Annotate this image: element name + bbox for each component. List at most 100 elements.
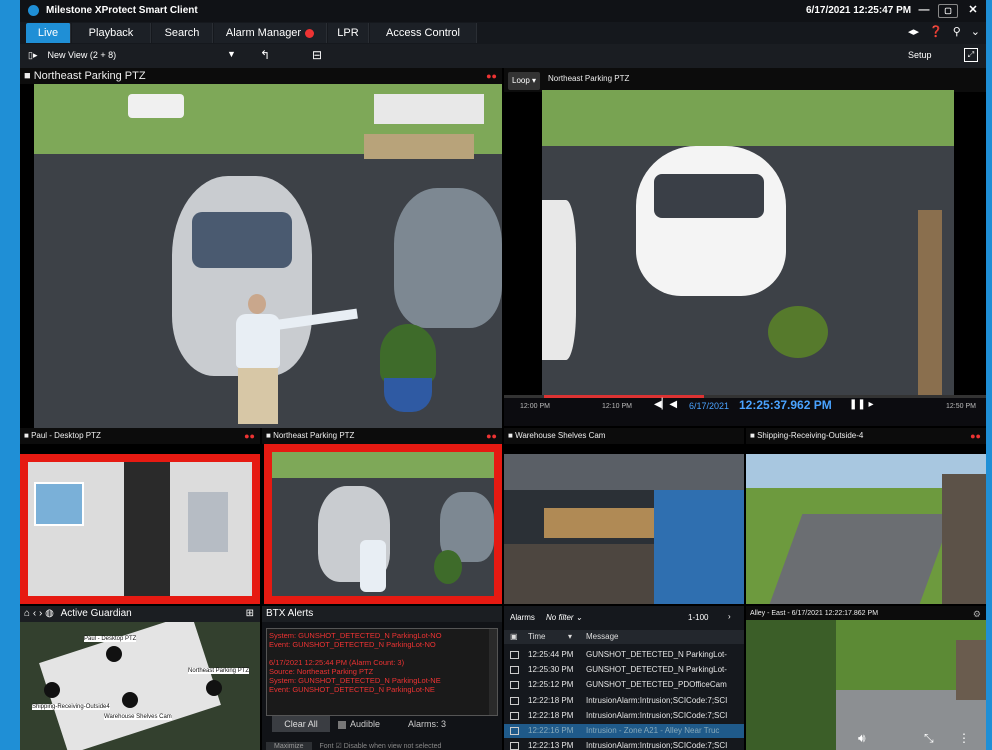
collapse-icon[interactable]: ⤡ [924, 731, 934, 746]
alarm-type-icon [510, 712, 519, 720]
recording-indicator-icon: ●● [244, 431, 255, 441]
more-icon[interactable]: ⋮ [958, 731, 970, 745]
shrub [768, 306, 828, 358]
time-column-header[interactable]: Time [528, 630, 545, 644]
pause-icon[interactable]: ❚❚ ▸ [849, 399, 874, 410]
tab-playback[interactable]: Playback [72, 23, 151, 43]
tab-playback-label: Playback [88, 27, 134, 39]
help-icon[interactable]: ❓ [929, 26, 943, 38]
view-pane-icon: ▯▸ [28, 50, 38, 60]
tab-lpr[interactable]: LPR [328, 23, 369, 43]
btx-options: Maximize Font ☑ Disable when view not se… [266, 742, 441, 750]
shrub [434, 550, 462, 584]
timeline-tick: 12:50 PM [946, 403, 976, 410]
setup-button[interactable]: Setup [908, 50, 932, 60]
maximize-button[interactable]: Maximize [266, 742, 312, 750]
alarm-row[interactable]: 12:22:18 PM IntrusionAlarm:Intrusion;SCIC… [504, 694, 744, 708]
alarm-row[interactable]: 12:25:12 PM GUNSHOT_DETECTED_PDOfficeCam [504, 678, 744, 692]
close-icon[interactable]: ✕ [962, 3, 984, 19]
chevron-down-icon[interactable]: ⌄ [971, 26, 980, 38]
globe-icon[interactable]: ◍ [45, 608, 54, 619]
step-back-icon[interactable]: ◀▏◀ [654, 399, 677, 410]
font-label[interactable]: Font [320, 743, 334, 750]
alarms-list-panel: Alarms No filter ⌄ 1-100 › ▣ Time ▾ Mess… [504, 606, 744, 750]
alarm-type-icon [510, 697, 519, 705]
tab-live[interactable]: Live [26, 23, 71, 43]
alarm-row[interactable]: 12:25:44 PM GUNSHOT_DETECTED_N ParkingLot… [504, 648, 744, 662]
alarm-row[interactable]: 12:25:30 PM GUNSHOT_DETECTED_N ParkingLot… [504, 663, 744, 677]
camera-marker-icon[interactable] [206, 680, 222, 696]
tab-live-label: Live [37, 27, 59, 39]
tab-alarm-manager[interactable]: Alarm Manager [214, 23, 327, 43]
camera-feed [272, 452, 494, 596]
alarm-row[interactable]: 12:22:13 PM IntrusionAlarm:Intrusion;SCIC… [504, 739, 744, 750]
camera-alley-east[interactable]: Alley - East - 6/17/2021 12:22:17.862 PM… [746, 606, 986, 750]
camera-main-left[interactable]: ■ Northeast Parking PTZ ●● [20, 68, 502, 428]
tab-search[interactable]: Search [152, 23, 213, 43]
shed [956, 640, 986, 700]
grid-icon[interactable]: ⊞ [246, 606, 254, 622]
alarm-row-selected[interactable]: 12:22:16 PM Intrusion - Zone A21 - Alley … [504, 724, 744, 738]
check-icon[interactable]: ☑ [335, 743, 343, 750]
alarm-message: GUNSHOT_DETECTED_N ParkingLot- [586, 650, 727, 659]
alert-line: System: GUNSHOT_DETECTED_N ParkingLot-NO [269, 631, 442, 640]
camera-marker-icon[interactable] [122, 692, 138, 708]
camera-main-right[interactable]: Loop ▾ Northeast Parking PTZ [504, 68, 986, 395]
maximize-icon[interactable]: ▢ [938, 4, 958, 18]
alarms-title: Alarms [510, 613, 535, 622]
camera-marker-icon[interactable] [106, 646, 122, 662]
white-car-edge [542, 200, 576, 360]
playback-timeline[interactable]: 12:00 PM 12:10 PM ◀▏◀ 6/17/2021 12:25:37… [504, 395, 986, 426]
camera-small-4[interactable]: ■ Shipping-Receiving-Outside-4 ●● [746, 428, 986, 604]
view-name: New View (2 + 8) [47, 50, 117, 60]
alarm-message: IntrusionAlarm:Intrusion;SCICode:7;SCI [586, 741, 728, 750]
options-icon[interactable]: ⚲ [953, 26, 961, 38]
guardian-map[interactable]: Paul - Desktop PTZ Northeast Parking PTZ… [20, 622, 260, 750]
forward-icon[interactable]: › [39, 608, 42, 619]
camera-small-3[interactable]: ■ Warehouse Shelves Cam [504, 428, 744, 604]
wall-painting [34, 482, 84, 526]
layout-icon[interactable]: ⊟ [312, 48, 322, 62]
floor [504, 544, 654, 604]
camera-marker-icon[interactable] [44, 682, 60, 698]
home-icon[interactable]: ⌂ [24, 608, 30, 619]
view-dropdown-icon[interactable]: ▼ [227, 49, 236, 59]
volume-icon[interactable]: 🔊︎ [858, 731, 866, 746]
white-suv [636, 146, 786, 296]
camera-feed [542, 90, 954, 395]
alarm-time: 12:25:30 PM [528, 665, 574, 674]
windshield [192, 212, 292, 268]
minimize-icon[interactable]: — [913, 3, 935, 19]
alarm-row[interactable]: 12:22:18 PM IntrusionAlarm:Intrusion;SCIC… [504, 709, 744, 723]
map-label: Shipping-Receiving-Outside4 [32, 704, 110, 710]
btx-alert-log[interactable]: System: GUNSHOT_DETECTED_N ParkingLot-NO… [266, 628, 498, 716]
timeline-tick: 12:10 PM [602, 403, 632, 410]
grey-car [394, 188, 502, 328]
camera-icon: ■ [750, 431, 758, 440]
filter-dropdown[interactable]: No filter ⌄ [546, 613, 583, 622]
alert-line: System: GUNSHOT_DETECTED_N ParkingLot-NE [269, 676, 441, 685]
message-column-header[interactable]: Message [586, 630, 618, 644]
fullscreen-icon[interactable]: ⤢ [964, 48, 978, 62]
sort-icon[interactable]: ▾ [568, 630, 572, 644]
camera-small-1[interactable]: ■ Paul - Desktop PTZ ●● [20, 428, 260, 604]
camera-name: Warehouse Shelves Cam [515, 431, 606, 440]
shelving [504, 454, 744, 490]
clear-all-button[interactable]: Clear All [272, 716, 330, 732]
view-selector[interactable]: ▯▸ New View (2 + 8) [28, 50, 116, 61]
undo-arrow-icon[interactable]: ↰ [260, 48, 270, 62]
audible-checkbox[interactable]: Audible [338, 719, 380, 729]
camera-icon: ■ [24, 431, 32, 440]
recording-indicator-icon: ●● [486, 71, 497, 81]
title-bar: Milestone XProtect Smart Client 6/17/202… [20, 0, 986, 22]
back-icon[interactable]: ‹ [33, 608, 36, 619]
alarm-type-icon [510, 666, 519, 674]
alert-log-scrollbar[interactable] [489, 629, 497, 715]
alarm-time: 12:25:12 PM [528, 680, 574, 689]
camera-small-2[interactable]: ■ Northeast Parking PTZ ●● [262, 428, 502, 604]
tab-access-control[interactable]: Access Control [370, 23, 477, 43]
loop-button[interactable]: Loop ▾ [508, 72, 541, 90]
smart-client-window: Milestone XProtect Smart Client 6/17/202… [20, 0, 986, 750]
connection-icon[interactable]: ◂▸ [908, 26, 919, 38]
next-page-icon[interactable]: › [728, 612, 731, 621]
